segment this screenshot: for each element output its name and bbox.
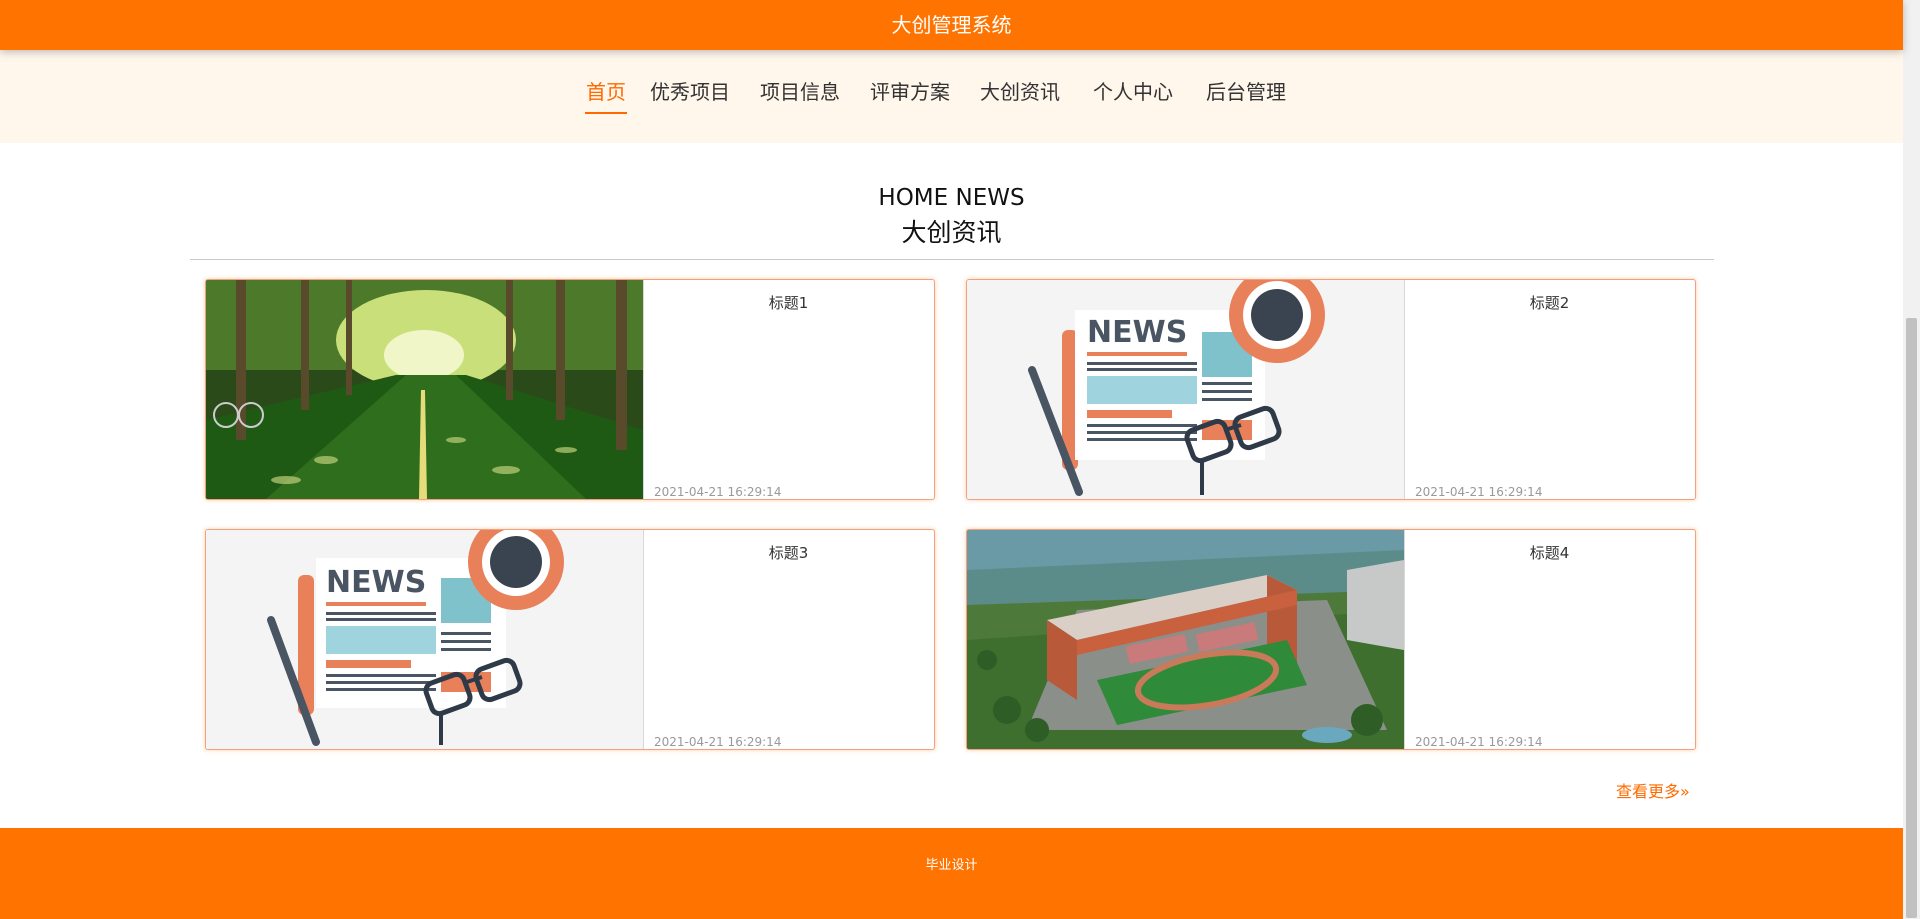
nav-item-excellent-projects[interactable]: 优秀项目 [650,76,730,112]
news-date: 2021-04-21 16:29:14 [1415,485,1543,499]
news-date: 2021-04-21 16:29:14 [1415,735,1543,749]
nav-item-news[interactable]: 大创资讯 [980,76,1060,112]
nav-item-project-info[interactable]: 项目信息 [760,76,840,112]
news-card[interactable]: 标题1 2021-04-21 16:29:14 [205,279,935,500]
news-title[interactable]: 标题1 [643,292,934,313]
nav-item-personal-center[interactable]: 个人中心 [1093,76,1173,112]
news-card[interactable]: NEWS 标题2 2021-04-21 16:29:14 [966,279,1696,500]
news-thumbnail-newspaper[interactable]: NEWS [967,280,1405,499]
site-title: 大创管理系统 [891,13,1012,37]
news-thumbnail-campus-aerial[interactable] [967,530,1405,749]
news-thumbnail-newspaper[interactable]: NEWS [206,530,644,749]
footer: 毕业设计 [0,828,1903,919]
footer-text: 毕业设计 [925,858,978,873]
newspaper-logo-text: NEWS [1087,315,1187,350]
nav-item-admin[interactable]: 后台管理 [1206,76,1286,112]
news-title[interactable]: 标题3 [643,542,934,563]
page-scrollbar[interactable] [1903,0,1920,919]
top-header: 大创管理系统 [0,0,1903,50]
nav-bar: 首页 优秀项目 项目信息 评审方案 大创资讯 个人中心 后台管理 [0,50,1903,143]
news-date: 2021-04-21 16:29:14 [654,735,782,749]
nav-item-review-plan[interactable]: 评审方案 [870,76,950,112]
section-title-cn: 大创资讯 [901,218,1002,247]
news-title[interactable]: 标题4 [1404,542,1695,563]
scrollbar-thumb[interactable] [1906,318,1917,918]
news-card[interactable]: NEWS 标题3 2021-04-21 16:29:14 [205,529,935,750]
news-card[interactable]: 标题4 2021-04-21 16:29:14 [966,529,1696,750]
section-divider [190,259,1714,260]
news-date: 2021-04-21 16:29:14 [654,485,782,499]
main-nav: 首页 优秀项目 项目信息 评审方案 大创资讯 个人中心 后台管理 [585,76,1286,116]
news-title[interactable]: 标题2 [1404,292,1695,313]
section-title-en: HOME NEWS [878,185,1025,211]
newspaper-logo-text: NEWS [326,565,426,600]
view-more-link[interactable]: 查看更多» [1616,778,1690,802]
news-thumbnail-campus-road[interactable] [206,280,644,499]
nav-item-home[interactable]: 首页 [585,76,627,114]
